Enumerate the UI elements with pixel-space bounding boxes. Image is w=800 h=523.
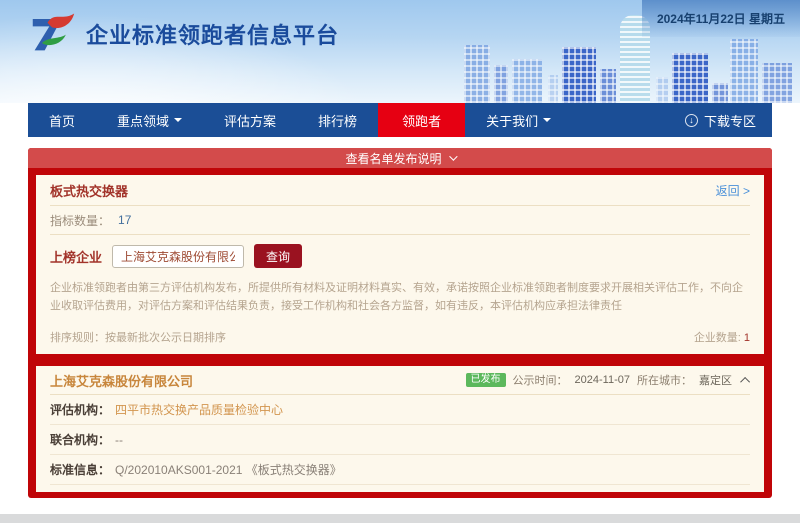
company-count-label: 企业数量: [694,332,741,344]
nav-item-evaluation-plan[interactable]: 评估方案 [203,103,297,137]
nav-label: 领跑者 [402,111,441,130]
company-count: 企业数量:1 [694,329,750,345]
download-zone-link[interactable]: ↓ 下载专区 [685,103,772,137]
evaluation-agency-label: 评估机构： [50,401,110,418]
nav-label: 评估方案 [224,111,276,130]
building [600,69,616,103]
banner-label: 查看名单发布说明 [345,150,441,167]
standard-info-row: 标准信息： Q/202010AKS001-2021 《板式热交换器》 [50,455,750,485]
chevron-down-icon [174,118,182,122]
evaluation-agency-value[interactable]: 四平市热交换产品质量检验中心 [115,401,283,418]
indicator-count-label: 指标数量： [50,212,110,229]
company-name-link[interactable]: 上海艾克森股份有限公司 [50,371,193,390]
city-value: 嘉定区 [699,372,732,388]
joint-agency-label: 联合机构： [50,431,110,448]
footer-strip [0,514,800,523]
company-search-row: 上榜企业 查询 [50,235,750,277]
company-detail-card: 上海艾克森股份有限公司 已发布 公示时间： 2024-11-07 所在城市： 嘉… [36,366,764,492]
site-header: 企业标准领跑者信息平台 2024年11月22日 星期五 [0,0,800,103]
evaluation-agency-row: 评估机构： 四平市热交换产品质量检验中心 [50,395,750,425]
sort-rule-row: 排序规则：按最新批次公示日期排序 企业数量:1 [50,321,750,354]
nav-item-leader[interactable]: 领跑者 [378,103,465,137]
list-publication-notes-toggle[interactable]: 查看名单发布说明 [28,148,772,168]
standard-info-label: 标准信息： [50,461,110,478]
building [656,77,668,103]
sort-rule-text: 排序规则：按最新批次公示日期排序 [50,329,226,345]
company-header-row: 上海艾克森股份有限公司 已发布 公示时间： 2024-11-07 所在城市： 嘉… [50,366,750,395]
building [494,65,508,103]
publish-time-value: 2024-11-07 [575,374,630,386]
chevron-down-icon [543,118,551,122]
joint-agency-row: 联合机构： -- [50,425,750,455]
building [562,47,596,103]
site-logo-icon[interactable] [30,9,76,58]
nav-item-ranking[interactable]: 排行榜 [297,103,378,137]
download-icon: ↓ [685,114,698,127]
leader-list-frame: 查看名单发布说明 板式热交换器 返回 > 指标数量： 17 上榜企业 查询 [28,148,772,498]
listed-company-label: 上榜企业 [50,247,102,266]
standard-info-value: Q/202010AKS001-2021 《板式热交换器》 [115,461,342,478]
nav-label: 关于我们 [486,111,538,130]
nav-label: 排行榜 [318,111,357,130]
building [512,59,542,103]
company-meta: 已发布 公示时间： 2024-11-07 所在城市： 嘉定区 [466,372,750,388]
building [672,53,708,103]
building [464,45,490,103]
main-nav: 首页 重点领域 评估方案 排行榜 领跑者 关于我们 ↓ 下载专区 [28,103,772,137]
logo-row: 企业标准领跑者信息平台 [30,9,339,58]
download-label: 下载专区 [704,111,756,130]
page: 企业标准领跑者信息平台 2024年11月22日 星期五 首页 重点领域 评估方案… [0,0,800,523]
product-summary-card: 板式热交换器 返回 > 指标数量： 17 上榜企业 查询 企业标准领跑者由第三方… [36,175,764,354]
indicator-count-row: 指标数量： 17 [50,206,750,235]
publish-time-label: 公示时间： [513,372,568,388]
nav-item-home[interactable]: 首页 [28,103,96,137]
status-badge: 已发布 [466,373,506,387]
product-title: 板式热交换器 [50,181,128,200]
indicator-count-value: 17 [118,213,131,227]
nav-label: 首页 [49,111,75,130]
company-search-input[interactable] [112,245,244,268]
nav-label: 重点领域 [117,111,169,130]
date-display: 2024年11月22日 星期五 [642,0,800,37]
building [762,63,792,103]
query-button[interactable]: 查询 [254,244,302,268]
chevron-down-icon [449,152,457,160]
building [712,83,728,103]
back-link[interactable]: 返回 > [716,182,750,199]
nav-item-about-us[interactable]: 关于我们 [465,103,572,137]
nav-item-key-areas[interactable]: 重点领域 [96,103,203,137]
building [548,75,558,103]
company-count-value: 1 [744,332,750,344]
chevron-up-icon[interactable] [740,377,750,387]
building [730,39,758,103]
site-title: 企业标准领跑者信息平台 [86,18,339,50]
joint-agency-value: -- [115,433,123,447]
evaluation-disclaimer-text: 企业标准领跑者由第三方评估机构发布，所提供所有材料及证明材料真实、有效，承诺按照… [50,277,750,321]
city-label: 所在城市： [637,372,692,388]
